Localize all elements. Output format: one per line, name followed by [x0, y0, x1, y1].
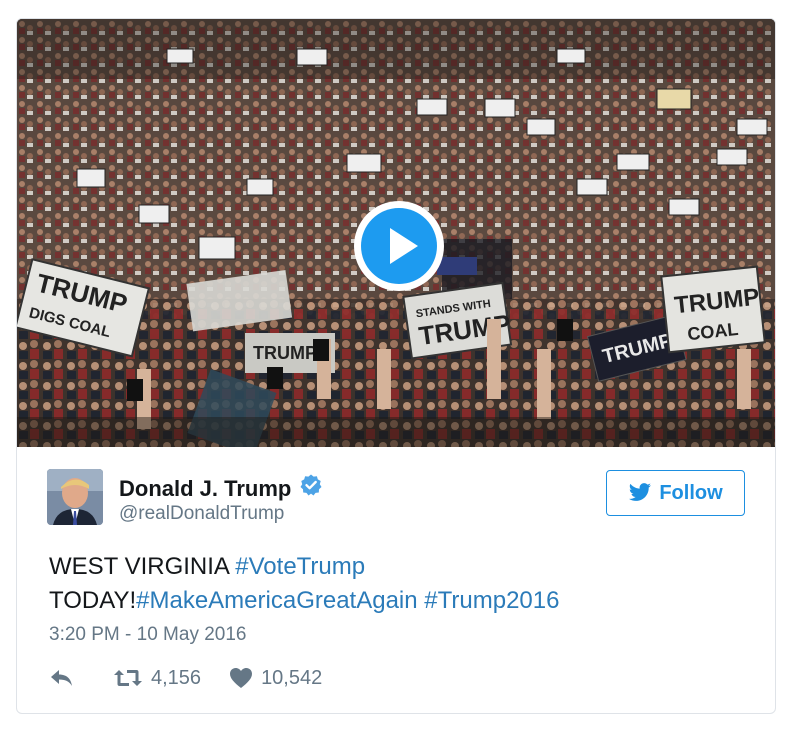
tweet-line-1: WEST VIRGINIA #VoteTrump: [49, 550, 749, 584]
like-count: 10,542: [261, 666, 323, 689]
tweet-line-2: TODAY!#MakeAmericaGreatAgain #Trump2016: [49, 584, 749, 618]
video-thumbnail[interactable]: TRUMP DIGS COAL TRUMP STANDS WITH TRUMP …: [17, 19, 775, 447]
tweet-timestamp[interactable]: 3:20 PM - 10 May 2016: [49, 624, 247, 646]
tweet-text: WEST VIRGINIA #VoteTrump TODAY!#MakeAmer…: [49, 550, 749, 618]
author-name-text: Donald J. Trump: [119, 475, 292, 501]
author-handle[interactable]: @realDonaldTrump: [119, 503, 284, 525]
sign-text-3: TRUMP: [253, 343, 317, 363]
author-name[interactable]: Donald J. Trump: [119, 473, 323, 505]
play-button[interactable]: [354, 201, 444, 291]
hashtag-makeamericagreatagain[interactable]: #MakeAmericaGreatAgain: [136, 587, 417, 614]
verified-badge-icon: [299, 473, 323, 503]
heart-icon: [230, 668, 253, 688]
tweet-text-segment: TODAY!: [49, 587, 137, 614]
hashtag-votetrump[interactable]: #VoteTrump: [235, 553, 365, 580]
twitter-bird-icon: [629, 483, 652, 501]
follow-button[interactable]: Follow: [606, 470, 745, 516]
tweet-text-segment: WEST VIRGINIA: [49, 553, 236, 580]
play-icon: [361, 208, 437, 284]
avatar-image: [47, 469, 103, 525]
hashtag-trump2016[interactable]: #Trump2016: [424, 587, 559, 614]
retweet-icon: [114, 670, 142, 686]
retweet-count: 4,156: [151, 666, 202, 689]
tweet-actions: 4,156 10,542: [49, 666, 322, 690]
reply-button[interactable]: [49, 668, 83, 688]
reply-icon: [51, 670, 72, 686]
follow-label: Follow: [659, 481, 723, 504]
retweet-button[interactable]: 4,156: [113, 667, 201, 690]
like-button[interactable]: 10,542: [229, 667, 322, 690]
tweet-card: TRUMP DIGS COAL TRUMP STANDS WITH TRUMP …: [16, 18, 776, 714]
avatar[interactable]: [47, 469, 103, 525]
